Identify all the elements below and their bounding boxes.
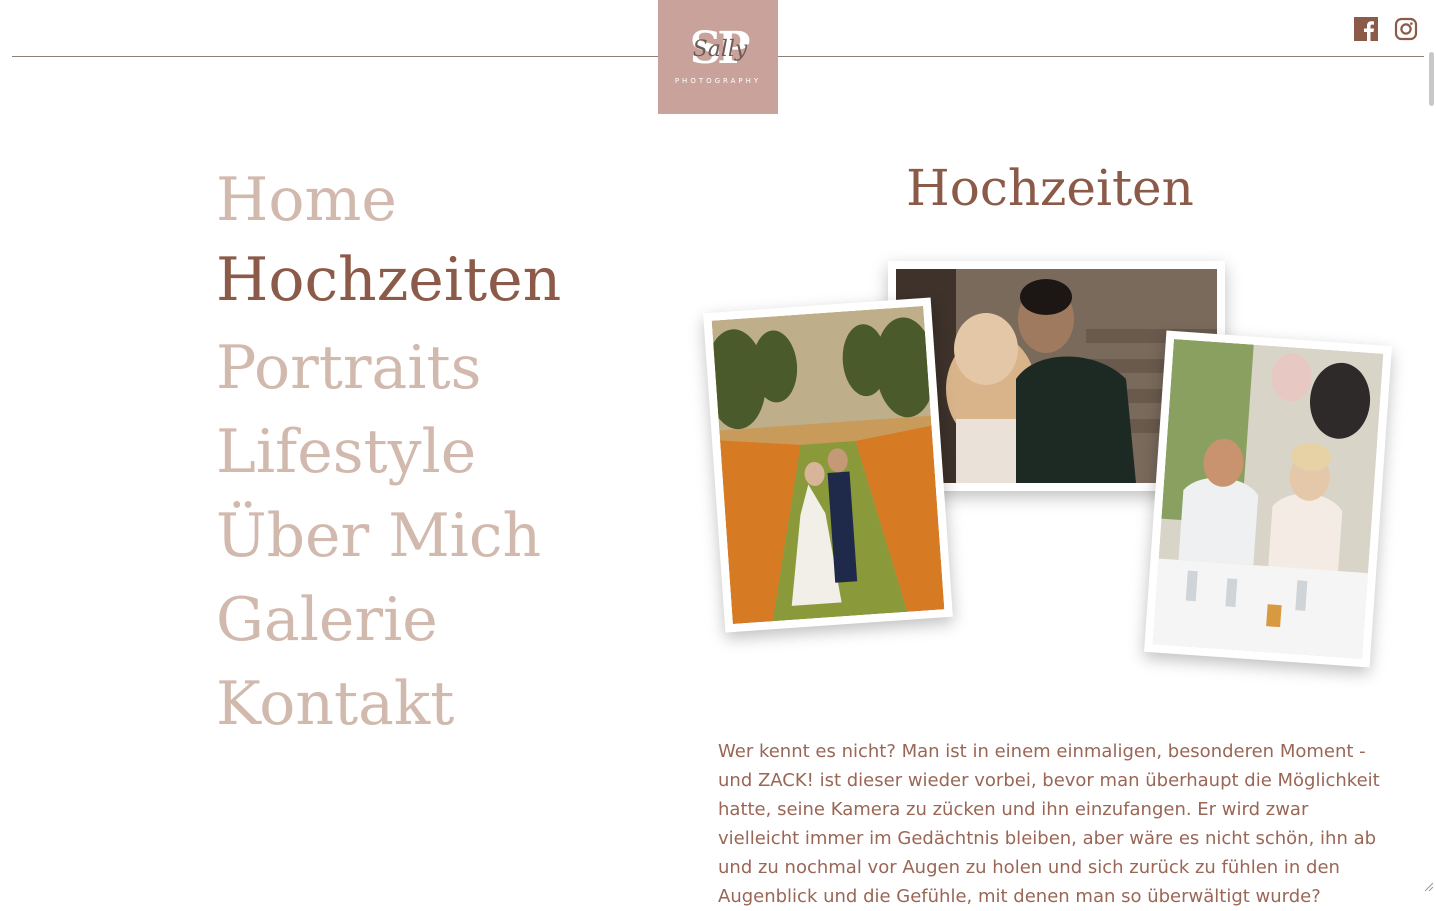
nav-item-ueber-mich[interactable]: Über Mich bbox=[216, 496, 541, 576]
nav-item-hochzeiten[interactable]: Hochzeiten bbox=[216, 240, 561, 320]
wedding-photo-reception[interactable] bbox=[1144, 330, 1392, 668]
nav-item-portraits[interactable]: Portraits bbox=[216, 328, 481, 408]
facebook-icon[interactable] bbox=[1353, 16, 1379, 42]
page-title: Hochzeiten bbox=[906, 159, 1194, 217]
site-logo[interactable]: SP Sally PHOTOGRAPHY bbox=[658, 0, 778, 114]
page-scrollbar[interactable] bbox=[1429, 52, 1434, 106]
nav-item-kontakt[interactable]: Kontakt bbox=[216, 664, 454, 744]
logo-subtitle: PHOTOGRAPHY bbox=[674, 77, 762, 85]
nav-item-galerie[interactable]: Galerie bbox=[216, 580, 438, 660]
nav-item-home[interactable]: Home bbox=[216, 160, 397, 240]
logo-monogram: SP Sally bbox=[689, 23, 751, 74]
resize-grip-icon[interactable] bbox=[1422, 880, 1434, 892]
nav-item-lifestyle[interactable]: Lifestyle bbox=[216, 412, 476, 492]
instagram-icon[interactable] bbox=[1393, 16, 1419, 42]
intro-paragraph: Wer kennt es nicht? Man ist in einem ein… bbox=[718, 741, 1380, 907]
wedding-photo-garden[interactable] bbox=[703, 297, 953, 633]
